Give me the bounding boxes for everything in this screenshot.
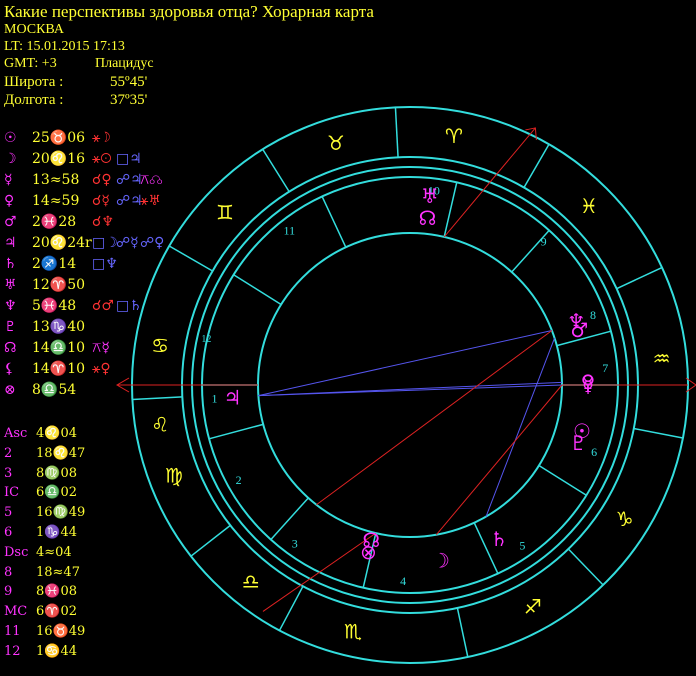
zodiac-sign-glyph: ♉ (327, 131, 345, 155)
wheel-planet-glyph: ♄ (490, 527, 508, 551)
house-cusp-line (270, 497, 309, 541)
house-cusp-line (321, 196, 347, 248)
wheel-planet-glyph: ♇ (569, 431, 587, 455)
wheel-planet-glyph: ♅ (421, 184, 439, 208)
house-number: 5 (519, 539, 525, 553)
horary-wheel: ♉ ♈♓♒♑♐♏♎♍♌♋♊123456789101112♅☊♆♂♀☿☉♇♄☽⊗☊♃ (116, 106, 696, 664)
house-number: 4 (400, 574, 406, 588)
zodiac-sign-glyph: ♌ (151, 413, 169, 437)
zodiac-sign-glyph: ♋ (151, 333, 169, 357)
zodiac-sign-glyph: ♊ (216, 200, 234, 224)
aspect-line (258, 381, 562, 397)
wheel-planet-glyph: ♃ (223, 385, 241, 409)
wheel-planet-glyph: ☊ (362, 528, 380, 552)
house-number: 2 (236, 473, 242, 487)
house-number: 8 (590, 308, 596, 322)
house-number: 3 (292, 537, 298, 551)
house-number: 12 (201, 334, 211, 345)
zodiac-sign-glyph: ♎ (242, 570, 260, 594)
house-number: 1 (211, 392, 217, 406)
zodiac-sign-glyph: ♓ (580, 194, 598, 218)
sign-boundary-line (278, 585, 304, 631)
sign-boundary-line (262, 148, 290, 193)
sign-boundary-line (132, 396, 183, 401)
house-cusp-line (208, 423, 264, 440)
zodiac-sign-glyph: ♍ (165, 464, 183, 488)
sign-boundary-line (523, 143, 550, 188)
wheel-planet-glyph: ☿ (582, 373, 594, 397)
sign-boundary-line (190, 524, 231, 557)
zodiac-sign-glyph: ♏ (344, 620, 362, 644)
house-cusp-line (538, 464, 587, 496)
house-number: 6 (591, 445, 597, 459)
sign-boundary-line (633, 427, 684, 439)
house-number: 11 (284, 224, 296, 238)
wheel-planet-glyph: ☊ (419, 206, 437, 230)
zodiac-sign-glyph: ♈ (445, 124, 463, 148)
house-number: 7 (602, 361, 608, 375)
house-cusp-line (233, 274, 282, 306)
zodiac-sign-glyph: ♐ (524, 594, 542, 618)
zodiac-sign-glyph: ♑ (616, 507, 634, 531)
wheel-planet-glyph: ☽ (432, 548, 450, 572)
zodiac-sign-glyph: ♒ (653, 347, 671, 371)
sign-boundary-line (394, 107, 399, 158)
house-number: 9 (541, 235, 547, 249)
wheel-ring (257, 232, 563, 538)
sign-boundary-line (168, 245, 213, 272)
sign-boundary-line (616, 266, 663, 290)
wheel-planet-glyph: ♂ (570, 318, 588, 342)
sign-boundary-line (456, 607, 469, 658)
sign-boundary-line (567, 548, 604, 586)
